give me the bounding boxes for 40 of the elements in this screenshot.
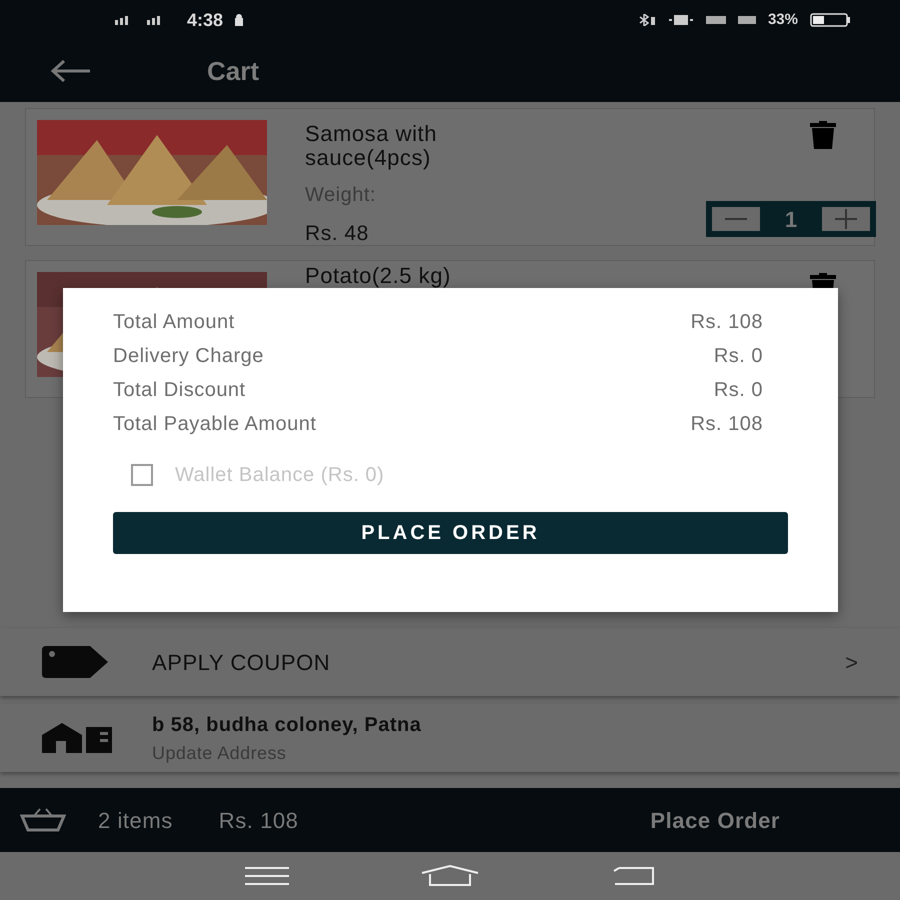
address-text: b 58, budha coloney, Patna <box>152 712 422 738</box>
summary-label: Total Payable Amount <box>113 414 318 434</box>
item-count: 2 items <box>98 806 173 834</box>
battery-percent: 33% <box>768 10 798 30</box>
menu-icon[interactable] <box>245 867 290 885</box>
lock-icon <box>235 14 244 26</box>
back-icon[interactable] <box>610 866 655 886</box>
summary-value: Rs. 0 <box>714 346 764 366</box>
item-price: Rs. 48 <box>305 221 370 247</box>
minus-icon <box>725 218 747 220</box>
home-icon[interactable] <box>420 865 480 887</box>
increase-button[interactable] <box>822 207 870 231</box>
summary-label: Total Amount <box>113 312 236 332</box>
chevron-icon: > <box>845 646 858 678</box>
summary-label: Delivery Charge <box>113 346 265 366</box>
cart-total: Rs. 108 <box>218 806 298 834</box>
basket-icon <box>20 808 66 832</box>
item-name: Samosa with sauce(4pcs) <box>305 122 438 170</box>
screen-title: Cart <box>207 54 260 88</box>
decrease-button[interactable] <box>712 207 760 231</box>
back-arrow-icon[interactable] <box>50 59 92 83</box>
item-name: Potato(2.5 kg) <box>305 264 452 288</box>
delete-icon[interactable] <box>810 121 836 149</box>
summary-value: Rs. 108 <box>690 414 764 434</box>
quantity-value: 1 <box>784 206 798 234</box>
place-order-link[interactable]: Place Order <box>650 804 780 836</box>
wallet-label: Wallet Balance (Rs. 0) <box>175 463 384 488</box>
place-order-button[interactable]: PLACE ORDER <box>113 512 788 554</box>
bluetooth-icon <box>638 14 656 26</box>
summary-value: Rs. 0 <box>714 380 764 400</box>
wallet-checkbox[interactable] <box>131 464 153 486</box>
tag-icon <box>42 646 108 678</box>
building-icon <box>42 723 112 753</box>
summary-value: Rs. 108 <box>690 312 764 332</box>
plus-icon <box>835 209 857 229</box>
clock: 4:38 <box>187 8 224 32</box>
coupon-label: APPLY COUPON <box>152 648 330 676</box>
summary-label: Total Discount <box>113 380 247 400</box>
apply-coupon-row[interactable]: APPLY COUPON > <box>0 628 900 696</box>
battery-icon <box>810 13 850 27</box>
